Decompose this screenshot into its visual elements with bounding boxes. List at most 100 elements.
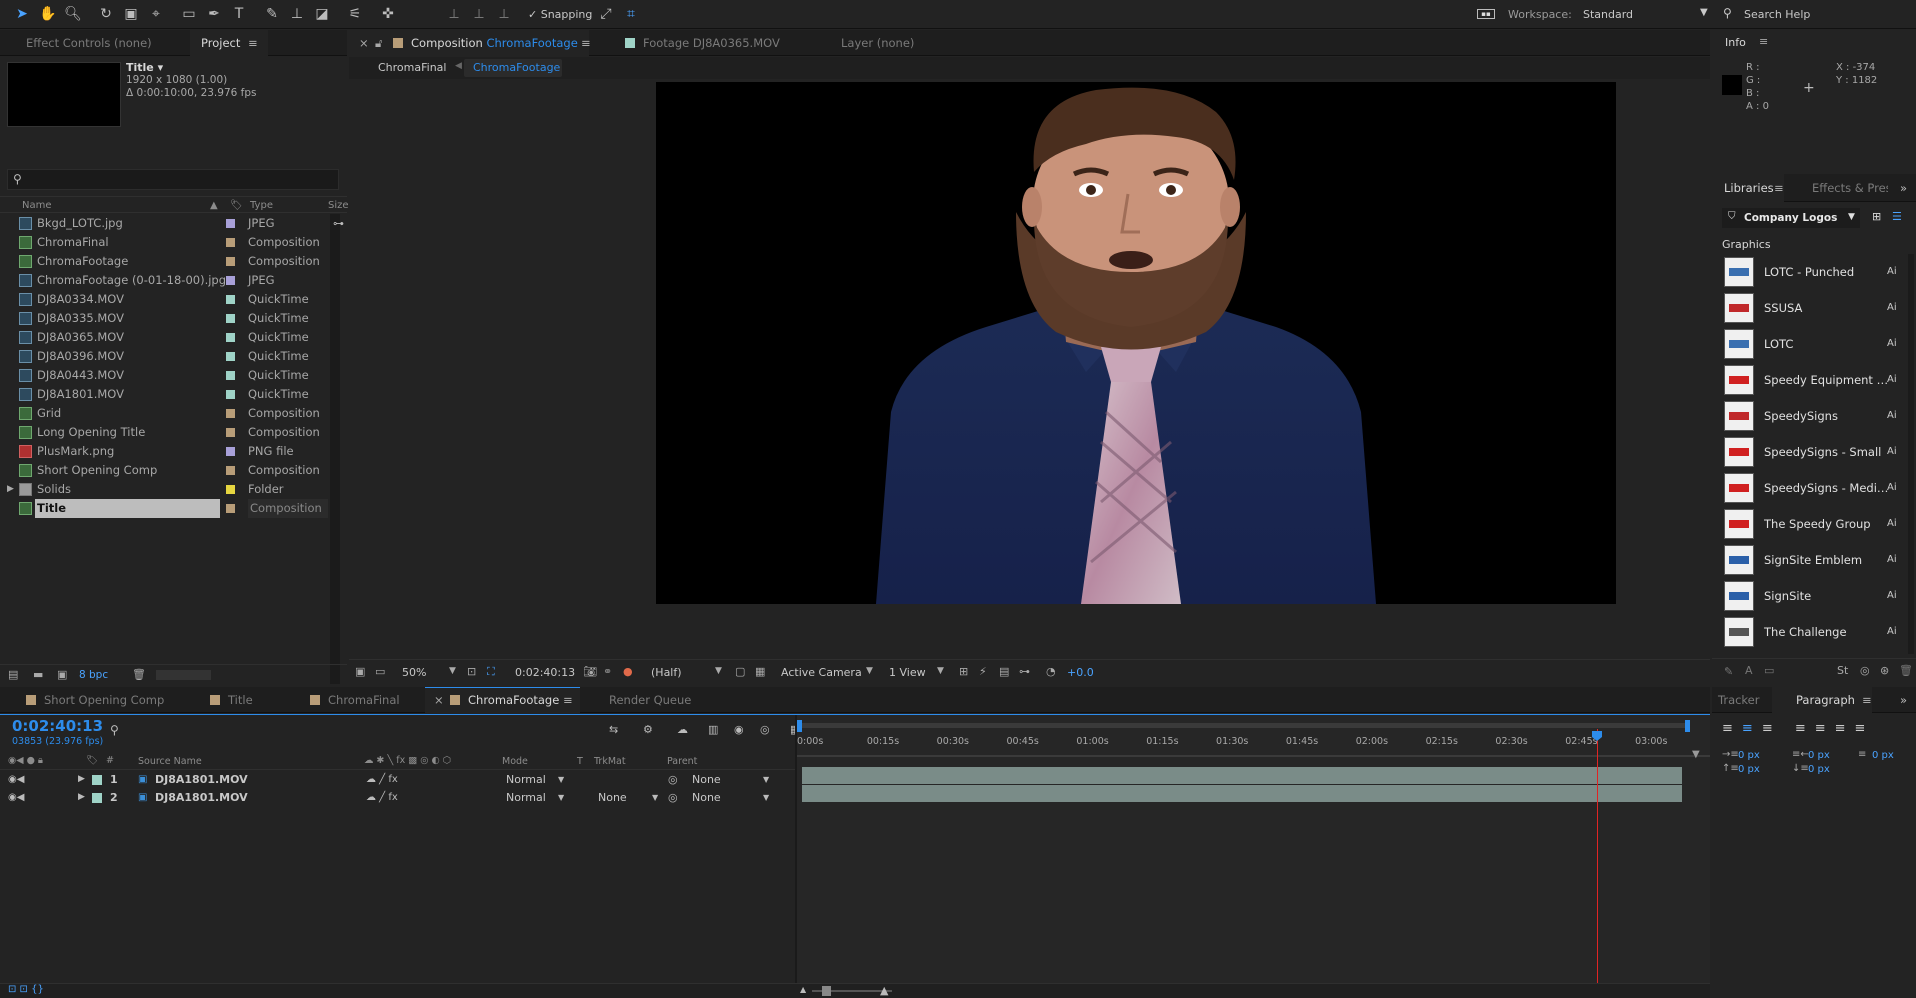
label-swatch[interactable] bbox=[226, 409, 235, 418]
time-zoom-handle[interactable] bbox=[822, 986, 831, 996]
info-title[interactable]: Info bbox=[1725, 36, 1746, 49]
tab-effects-presets[interactable]: Effects & Pres bbox=[1812, 175, 1888, 201]
column-type[interactable]: Type bbox=[250, 197, 273, 214]
timeline-menu-icon[interactable]: ≡ bbox=[563, 687, 573, 713]
sync-icon[interactable]: ◎ bbox=[1860, 664, 1870, 677]
trash-icon[interactable]: 🗑︎ bbox=[1899, 664, 1913, 677]
region-of-interest-icon[interactable]: ▢ bbox=[735, 665, 745, 678]
blend-mode-select[interactable]: Normal bbox=[506, 771, 546, 788]
space-before-value[interactable]: 0 px bbox=[1738, 764, 1760, 775]
add-text-icon[interactable]: A bbox=[1745, 664, 1753, 677]
label-swatch[interactable] bbox=[226, 485, 235, 494]
brush-tool-icon[interactable]: ✎ bbox=[263, 5, 281, 23]
tab-libraries[interactable]: Libraries bbox=[1724, 175, 1774, 201]
parent-dropdown-icon[interactable]: ▼ bbox=[763, 771, 769, 788]
library-item[interactable]: LOTC - Punched Ai bbox=[1712, 254, 1912, 290]
view-dropdown-icon[interactable]: ▼ bbox=[937, 666, 944, 676]
project-menu-icon[interactable]: ≡ bbox=[248, 30, 258, 56]
trkmat-dropdown-icon[interactable]: ▼ bbox=[652, 789, 658, 806]
label-swatch[interactable] bbox=[92, 775, 102, 785]
camera-dropdown-icon[interactable]: ▼ bbox=[866, 666, 873, 676]
project-item[interactable]: DJ8A0335.MOV QuickTime bbox=[0, 309, 330, 328]
project-item[interactable]: Long Opening Title Composition bbox=[0, 423, 330, 442]
tab-layer[interactable]: Layer (none) bbox=[841, 30, 914, 56]
breadcrumb-chromafinal[interactable]: ChromaFinal bbox=[378, 61, 446, 74]
tab-paragraph[interactable]: Paragraph bbox=[1796, 687, 1855, 713]
tab-chromafinal[interactable]: ChromaFinal bbox=[310, 687, 400, 713]
parent-dropdown-icon[interactable]: ▼ bbox=[763, 789, 769, 806]
visibility-audio-icon[interactable]: ◉◀︎ bbox=[8, 789, 24, 806]
project-item[interactable]: DJ8A0443.MOV QuickTime bbox=[0, 366, 330, 385]
eraser-tool-icon[interactable]: ◪ bbox=[313, 5, 331, 23]
sync-settings-icon[interactable]: ▪▪ bbox=[1477, 9, 1495, 19]
roto-brush-tool-icon[interactable]: ⚟ bbox=[346, 5, 364, 23]
column-parent[interactable]: Parent bbox=[667, 756, 697, 767]
layer-bar-2[interactable] bbox=[802, 785, 1682, 802]
project-item[interactable]: Title Composition bbox=[0, 499, 330, 518]
layer-switches[interactable]: ☁ ╱ fx bbox=[366, 771, 398, 788]
paragraph-menu-icon[interactable]: ≡ bbox=[1862, 687, 1872, 713]
layer-switches[interactable]: ☁ ╱ fx bbox=[366, 789, 398, 806]
bit-depth-button[interactable]: 8 bpc bbox=[79, 669, 108, 681]
library-item[interactable]: The Speedy Group Ai bbox=[1712, 506, 1912, 542]
clone-stamp-tool-icon[interactable]: ⊥ bbox=[288, 5, 306, 23]
tab-chromafootage[interactable]: ChromaFootage bbox=[450, 687, 559, 713]
layer-bar-1[interactable] bbox=[802, 767, 1682, 784]
parent-select[interactable]: None bbox=[692, 789, 721, 806]
zoom-out-icon[interactable]: ▲ bbox=[800, 985, 806, 994]
local-axis-icon[interactable]: ⟂ bbox=[445, 5, 463, 23]
snapshot-icon[interactable]: 📷︎ bbox=[583, 665, 597, 678]
expand-switches-icon[interactable]: ⊡ ⊡ {} bbox=[8, 984, 44, 995]
expand-arrow-icon[interactable]: ▶ bbox=[78, 789, 85, 806]
project-scrollbar[interactable] bbox=[330, 214, 340, 684]
pickwhip-icon[interactable]: ◎ bbox=[668, 789, 678, 806]
project-item[interactable]: DJ8A0396.MOV QuickTime bbox=[0, 347, 330, 366]
label-column-icon[interactable]: 🏷︎ bbox=[230, 197, 243, 214]
interpret-footage-icon[interactable]: ▤ bbox=[8, 668, 18, 681]
camera-tool-icon[interactable]: ▣ bbox=[122, 5, 140, 23]
project-item[interactable]: DJ8A0334.MOV QuickTime bbox=[0, 290, 330, 309]
label-swatch[interactable] bbox=[226, 428, 235, 437]
frame-blending-icon[interactable]: ▥ bbox=[708, 723, 718, 736]
label-swatch[interactable] bbox=[226, 238, 235, 247]
new-composition-icon[interactable]: ▣ bbox=[57, 668, 67, 681]
time-ruler[interactable]: 0:00s 00:15s 00:30s 00:45s 01:00s 01:15s 01:30… bbox=[797, 731, 1710, 753]
monitor-icon[interactable]: ▭ bbox=[375, 665, 385, 678]
new-folder-icon[interactable]: ▬ bbox=[33, 668, 43, 681]
library-item[interactable]: SpeedySigns - Medium Ai bbox=[1712, 470, 1912, 506]
label-swatch[interactable] bbox=[226, 371, 235, 380]
fast-previews-icon[interactable]: ⚡ bbox=[979, 665, 987, 678]
library-item[interactable]: Speedy Equipment Re... Ai bbox=[1712, 362, 1912, 398]
pen-tool-icon[interactable]: ✒ bbox=[205, 5, 223, 23]
snapping-checkbox[interactable]: ✓ Snapping bbox=[528, 8, 592, 21]
motion-blur-icon[interactable]: ◉ bbox=[734, 723, 744, 736]
library-select[interactable]: ⛉ Company Logos ▼ bbox=[1722, 208, 1860, 228]
label-swatch[interactable] bbox=[226, 504, 235, 513]
channel-icon[interactable]: ● bbox=[623, 665, 633, 678]
zoom-in-icon[interactable]: ▲ bbox=[880, 984, 888, 997]
label-swatch[interactable] bbox=[226, 352, 235, 361]
view-layout-select[interactable]: 1 View bbox=[889, 666, 926, 679]
label-swatch[interactable] bbox=[226, 314, 235, 323]
tab-title[interactable]: Title bbox=[210, 687, 253, 713]
close-tab-icon[interactable]: × bbox=[359, 30, 369, 56]
adobe-stock-icon[interactable]: St bbox=[1837, 664, 1848, 677]
tab-effect-controls[interactable]: Effect Controls (none) bbox=[26, 30, 152, 56]
space-after-value[interactable]: 0 px bbox=[1808, 764, 1830, 775]
breadcrumb-chromafootage[interactable]: ChromaFootage bbox=[473, 61, 560, 74]
playhead[interactable] bbox=[1597, 729, 1598, 998]
library-item[interactable]: SignSite Ai bbox=[1712, 578, 1912, 614]
zoom-tool-icon[interactable]: 🔍︎ bbox=[64, 5, 82, 23]
draft-3d-icon[interactable]: ⚙ bbox=[643, 723, 653, 736]
sort-arrow-icon[interactable]: ▲ bbox=[210, 197, 218, 214]
tab-project[interactable]: Project bbox=[201, 30, 240, 56]
type-tool-icon[interactable]: T bbox=[230, 5, 248, 23]
rectangle-tool-icon[interactable]: ▭ bbox=[180, 5, 198, 23]
flowchart-icon[interactable]: ⊶ bbox=[1019, 665, 1030, 678]
project-item[interactable]: Bkgd_LOTC.jpg JPEG bbox=[0, 214, 330, 233]
layer-name[interactable]: DJ8A1801.MOV bbox=[155, 789, 248, 806]
label-swatch[interactable] bbox=[226, 219, 235, 228]
snap-edges-icon[interactable]: ⤢ bbox=[597, 5, 615, 23]
project-item[interactable]: ChromaFinal Composition bbox=[0, 233, 330, 252]
timeline-graph-area[interactable]: 0:00s 00:15s 00:30s 00:45s 01:00s 01:15s 01:30… bbox=[797, 715, 1710, 998]
